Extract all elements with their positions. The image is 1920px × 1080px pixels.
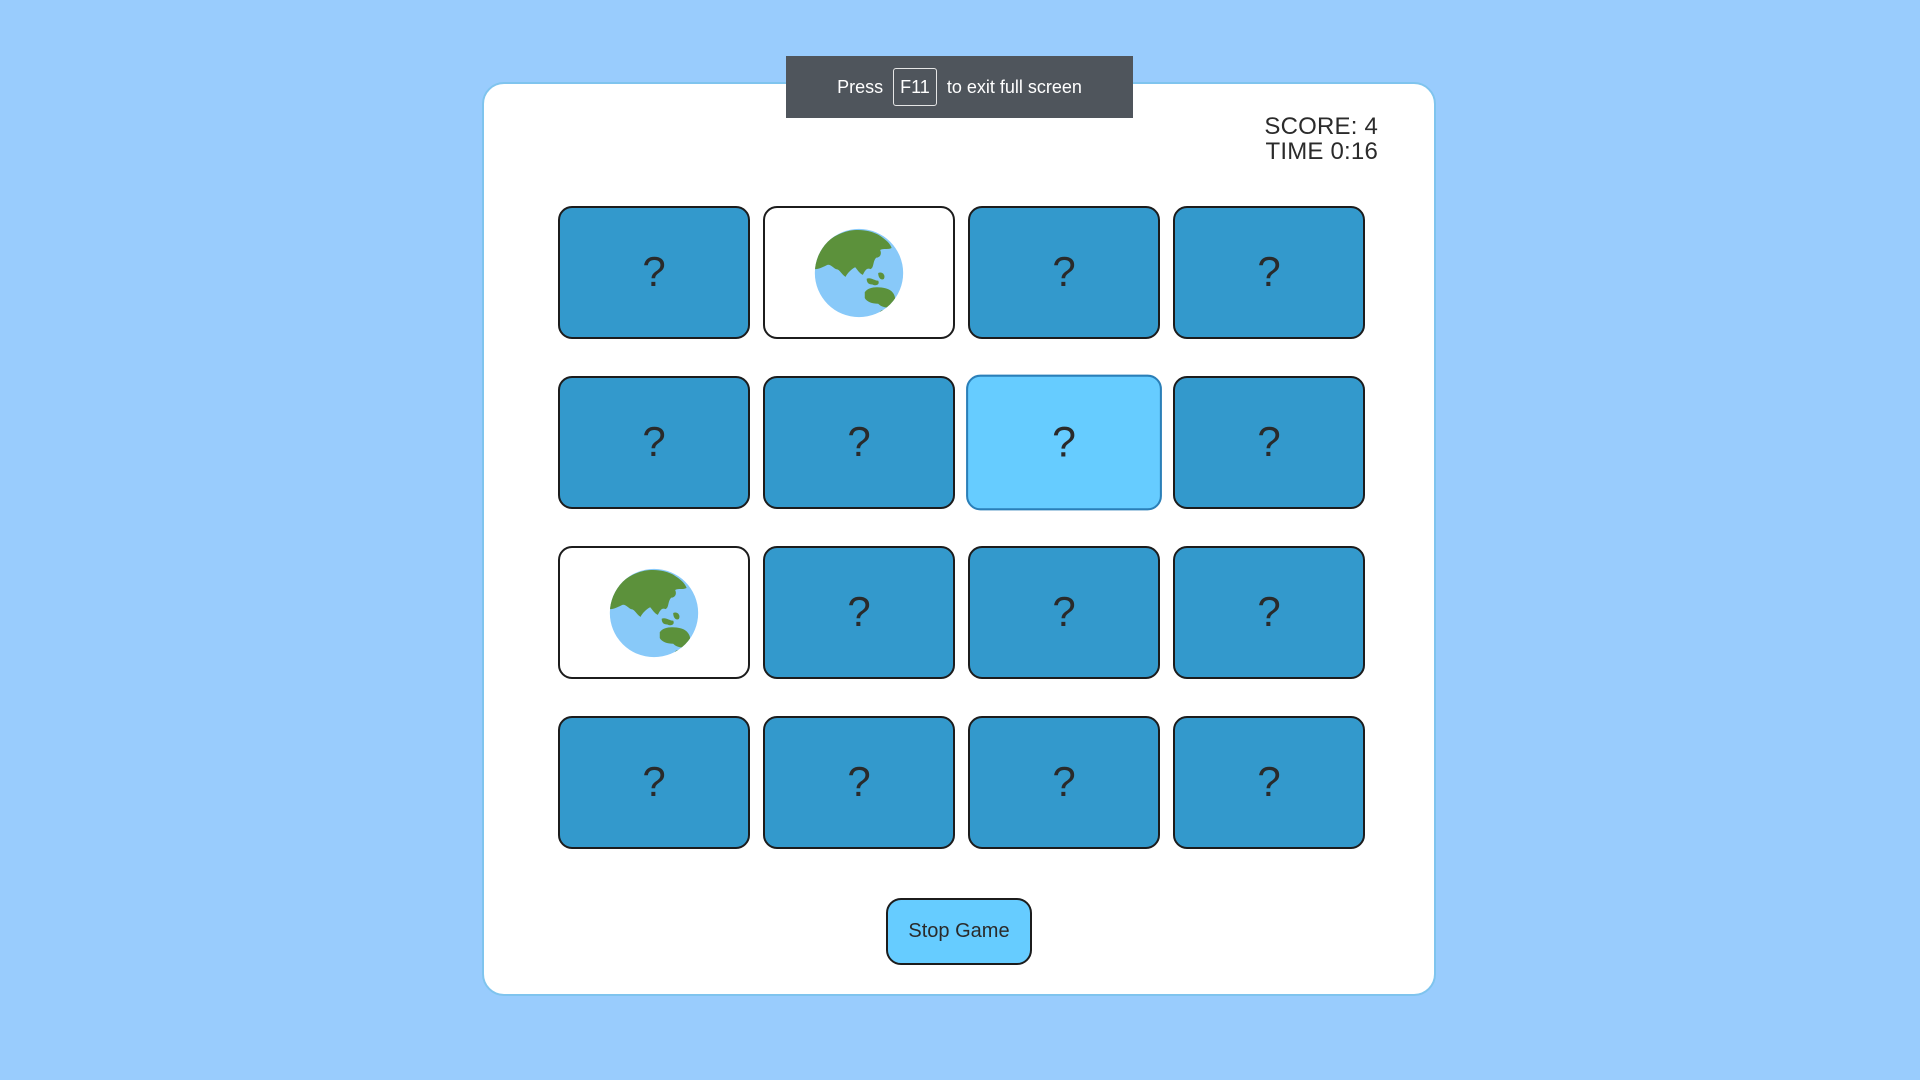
memory-card[interactable]: ? [1173,206,1365,339]
memory-card[interactable] [558,546,750,679]
question-mark: ? [642,247,666,295]
score-board: SCORE: 4 TIME 0:16 [1264,114,1378,164]
stop-game-button[interactable]: Stop Game [886,898,1032,965]
question-mark: ? [1052,417,1076,465]
memory-card[interactable]: ? [1173,376,1365,509]
memory-card[interactable] [763,206,955,339]
memory-card[interactable]: ? [966,374,1162,511]
toast-message-text: to exit full screen [946,76,1082,97]
globe-asia-australia-icon [609,568,699,657]
question-mark: ? [1257,757,1281,805]
question-mark: ? [847,587,871,635]
question-mark: ? [1257,417,1281,465]
question-mark: ? [847,417,871,465]
memory-card[interactable]: ? [763,546,955,679]
game-panel: SCORE: 4 TIME 0:16 ? ?????? ??????? Stop… [482,82,1436,996]
memory-card[interactable]: ? [558,376,750,509]
memory-card[interactable]: ? [763,376,955,509]
question-mark: ? [1257,247,1281,295]
question-mark: ? [1257,587,1281,635]
question-mark: ? [642,757,666,805]
memory-card[interactable]: ? [763,716,955,849]
memory-card[interactable]: ? [968,546,1160,679]
time-text: TIME 0:16 [1265,138,1378,165]
memory-card[interactable]: ? [558,716,750,849]
question-mark: ? [1052,587,1076,635]
question-mark: ? [1052,247,1076,295]
question-mark: ? [642,417,666,465]
memory-card[interactable]: ? [1173,546,1365,679]
memory-card[interactable]: ? [1173,716,1365,849]
memory-card[interactable]: ? [968,206,1160,339]
card-grid: ? ?????? ??????? [558,206,1365,849]
f11-key-label: F11 [893,68,937,106]
globe-asia-australia-icon [814,228,904,317]
score-text: SCORE: 4 [1264,113,1378,140]
toast-press-text: Press [837,76,884,97]
fullscreen-exit-toast: Press F11 to exit full screen [786,56,1133,118]
memory-card[interactable]: ? [558,206,750,339]
question-mark: ? [847,757,871,805]
memory-card[interactable]: ? [968,716,1160,849]
question-mark: ? [1052,757,1076,805]
